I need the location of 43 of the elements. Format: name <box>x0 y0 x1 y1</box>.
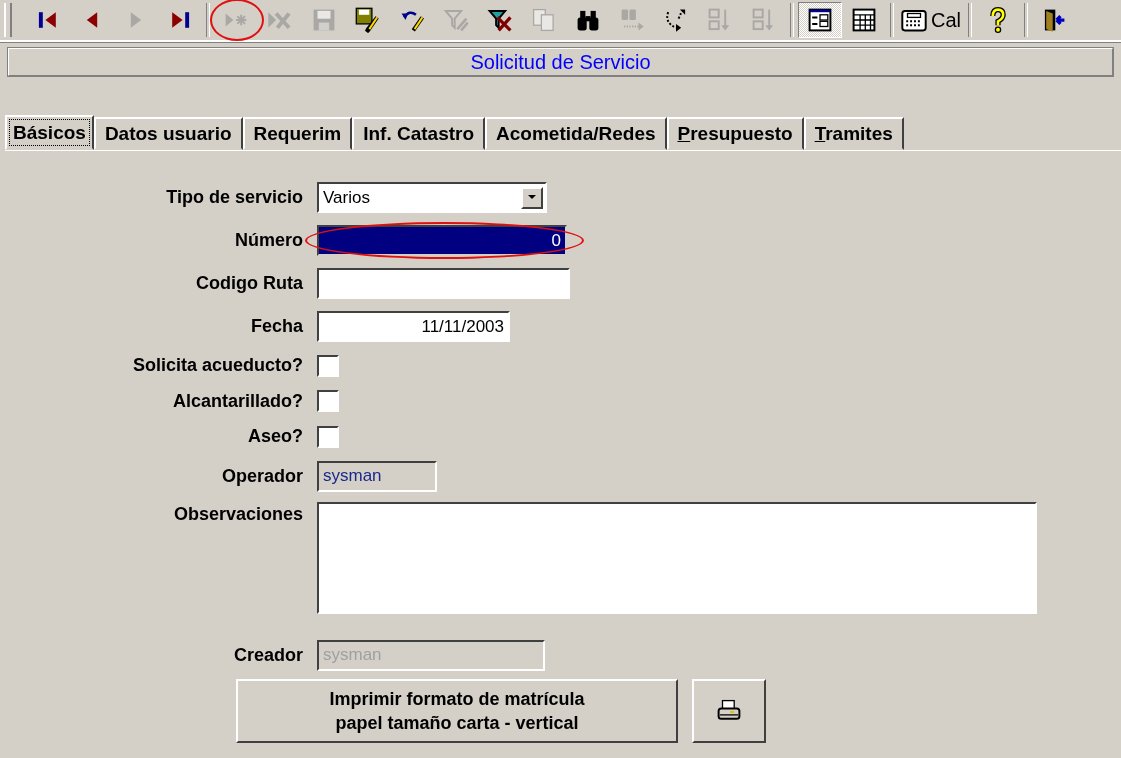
checkbox[interactable] <box>317 390 339 413</box>
input-field[interactable]: sysman <box>317 460 437 492</box>
field-label: Codigo Ruta <box>195 272 303 295</box>
field-label: Creador <box>232 643 303 667</box>
tab[interactable]: Requerim <box>242 117 353 150</box>
checkbox[interactable] <box>317 425 339 448</box>
print-icon-button[interactable] <box>692 678 766 743</box>
toolbar-grip[interactable] <box>4 3 12 37</box>
field-label: Observaciones <box>172 502 303 526</box>
tab[interactable]: Básicos <box>5 115 94 150</box>
print-button[interactable]: Imprimir formato de matrícula papel tamaño carta - vertical <box>236 678 678 743</box>
dropdown-field[interactable]: Varios <box>317 182 547 213</box>
filter-icon <box>443 7 469 33</box>
input-field[interactable]: 11/11/2003 <box>317 311 510 342</box>
remove-filter-icon <box>487 7 513 33</box>
field-label: Aseo? <box>247 425 303 449</box>
field-label: Alcantarillado? <box>171 389 303 413</box>
dropdown-button[interactable] <box>521 186 543 209</box>
toolbar-button[interactable]: Cal <box>898 2 964 38</box>
tab[interactable]: Inf. Catastro <box>352 117 486 150</box>
copy-icon <box>531 7 557 33</box>
find-next-icon <box>619 7 645 33</box>
tab[interactable]: Acometida/Redes <box>485 117 667 150</box>
calculator-icon <box>901 7 927 33</box>
datasheet-icon <box>851 7 877 33</box>
save-edit-icon <box>355 7 381 33</box>
caret-icon <box>528 195 536 200</box>
checkbox[interactable] <box>317 354 339 377</box>
toolbar-button[interactable] <box>798 2 842 38</box>
field-label: Operador <box>220 464 303 488</box>
form-view-icon <box>807 7 833 33</box>
notes-field[interactable] <box>317 501 1037 614</box>
form-title: Solicitud de Servicio <box>8 48 1113 76</box>
input-field[interactable] <box>317 268 570 299</box>
input-field[interactable]: 0 <box>317 225 567 256</box>
save-icon <box>311 7 337 33</box>
tab[interactable]: Presupuesto <box>666 117 804 150</box>
tab[interactable]: Tramites <box>803 117 904 150</box>
field-label: Tipo de servicio <box>165 186 303 209</box>
field-label: Número <box>234 229 303 252</box>
field-label: Solicita acueducto? <box>131 354 303 378</box>
field-label: Fecha <box>249 315 303 338</box>
tab[interactable]: Datos usuario <box>93 117 243 150</box>
